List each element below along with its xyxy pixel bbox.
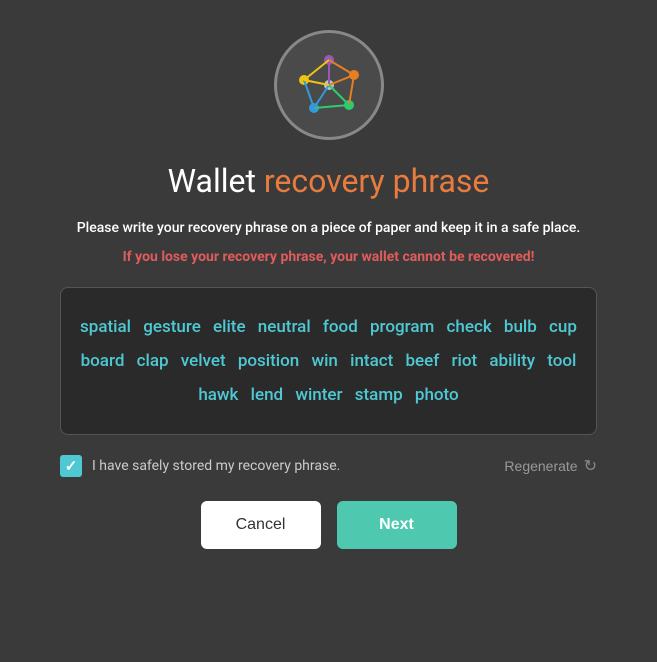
- cancel-button[interactable]: Cancel: [201, 501, 321, 549]
- page-title: Wallet recovery phrase: [168, 162, 490, 200]
- logo-circle: [274, 30, 384, 140]
- warning-text: If you lose your recovery phrase, your w…: [123, 249, 535, 265]
- main-container: Wallet recovery phrase Please write your…: [0, 0, 657, 662]
- regenerate-icon: ↻: [584, 456, 597, 476]
- phrase-words: spatial gesture elite neutral food progr…: [80, 317, 577, 405]
- stored-checkbox[interactable]: ✓: [60, 455, 82, 477]
- subtitle-text: Please write your recovery phrase on a p…: [77, 218, 581, 239]
- regenerate-label: Regenerate: [504, 458, 577, 474]
- checkbox-label: I have safely stored my recovery phrase.: [92, 458, 340, 474]
- next-button[interactable]: Next: [337, 501, 457, 549]
- regenerate-button[interactable]: Regenerate ↻: [504, 456, 597, 476]
- checkmark-icon: ✓: [65, 457, 78, 475]
- recovery-phrase-box: spatial gesture elite neutral food progr…: [60, 287, 597, 435]
- checkbox-area: ✓ I have safely stored my recovery phras…: [60, 455, 340, 477]
- checkbox-row: ✓ I have safely stored my recovery phras…: [60, 455, 597, 477]
- action-buttons: Cancel Next: [201, 501, 457, 549]
